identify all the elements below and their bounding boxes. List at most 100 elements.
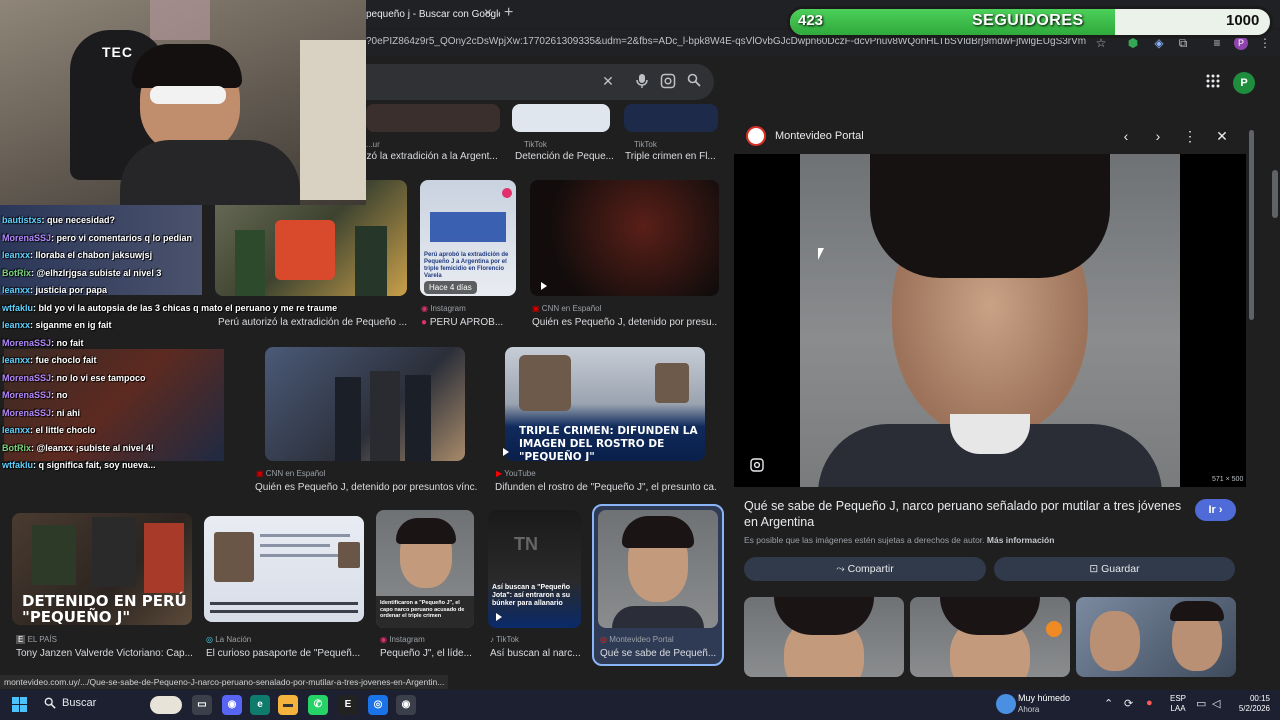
result-title[interactable]: Pequeño J", el líde... [380,648,476,659]
puzzle-icon[interactable]: ⧉ [1176,36,1190,50]
search-highlight-icon[interactable] [150,696,182,714]
result-image[interactable]: Identificaron a "Pequeño J", el capo nar… [376,510,474,628]
result-image[interactable] [366,104,500,132]
chrome-icon[interactable]: ◎ [368,695,388,715]
result-image[interactable] [598,510,718,628]
chat-text: : no [51,390,68,400]
result-image[interactable] [204,516,364,622]
tray-chevron-icon[interactable]: ⌃ [1104,697,1113,710]
browser-tab[interactable]: pequeño j - Buscar con Google [360,2,500,28]
account-avatar[interactable]: P [1233,72,1255,94]
result-video[interactable] [530,180,719,296]
result-title[interactable]: El curioso pasaporte de "Pequeñ... [206,648,366,659]
chat-text: : q significa fait, soy nueva... [33,460,156,470]
chat-text: : justicia por papa [30,285,108,295]
chat-message: MorenaSSJ: no fait [2,338,84,348]
more-options-icon[interactable]: ⋮ [1182,128,1198,144]
more-info-link[interactable]: Más información [987,535,1055,545]
result-title[interactable]: Así buscan al narc... [490,648,582,659]
copyright-notice: Es posible que las imágenes estén sujeta… [744,535,1055,545]
previous-icon[interactable]: ‹ [1118,128,1134,144]
clear-icon[interactable]: ✕ [600,73,616,89]
lens-icon[interactable] [660,73,676,89]
chat-text: : el little choclo [30,425,96,435]
edge-icon[interactable]: e [250,695,270,715]
next-icon[interactable]: › [1150,128,1166,144]
weather-title: Muy húmedo [1018,693,1071,703]
chat-username: wtfaklu [2,460,34,470]
google-apps-icon[interactable] [1206,74,1222,90]
extension-icon[interactable]: ◈ [1152,36,1166,50]
result-image[interactable]: Perú aprobó la extradición de Pequeño J … [420,180,516,296]
result-title[interactable]: ● PERÚ APROB... [421,317,517,328]
more-menu-icon[interactable]: ⋮ [1258,36,1272,50]
related-image[interactable] [1076,597,1236,677]
preview-source[interactable]: Montevideo Portal [775,130,864,142]
result-video[interactable]: TRIPLE CRIMEN: DIFUNDEN LA IMAGEN DEL RO… [505,347,705,461]
sync-icon[interactable]: ⟳ [1124,697,1133,710]
preview-image[interactable] [800,154,1180,487]
language-indicator[interactable]: ESP LAA [1170,694,1186,714]
followers-goal: 1000 [1226,12,1260,29]
chat-text: : @elhzlrjgsa subiste al nivel 3 [31,267,162,278]
volume-icon[interactable]: ◁ [1212,697,1220,710]
result-source: ▣ CNN en Español [532,304,602,313]
search-icon[interactable] [686,73,702,89]
panel-scrollbar[interactable] [1249,130,1254,320]
related-image[interactable] [910,597,1070,677]
result-title[interactable]: Quién es Pequeño J, detenido por presu..… [532,317,718,328]
visit-button[interactable]: Ir › [1195,499,1236,521]
save-button[interactable]: ⊡ Guardar [994,557,1235,581]
link-preview-url: montevideo.com.uy/.../Que-se-sabe-de-Peq… [0,675,449,689]
source-logo [746,126,766,146]
thumb-overlay-text: DETENIDO EN PERÚ "PEQUEÑO J" [22,592,187,625]
new-tab-button[interactable]: + [504,4,520,22]
close-icon[interactable]: ✕ [1214,128,1230,144]
weather-icon[interactable] [996,694,1016,714]
chat-username: leanxx [2,285,31,295]
result-image[interactable] [512,104,610,132]
windows-start-icon[interactable] [12,697,28,713]
obs-icon[interactable]: ◉ [396,695,416,715]
result-title[interactable]: Detención de Peque... [515,151,615,162]
chat-message: leanxx: justicia por papa [2,285,107,295]
preview-title[interactable]: Qué se sabe de Pequeño J, narco peruano … [744,498,1184,530]
result-source: TikTok [634,140,657,149]
followers-label: SEGUIDORES [972,12,1084,29]
result-title[interactable]: Triple crimen en Fl... [625,151,720,162]
chat-message: leanxx: el little choclo [2,425,96,435]
result-title[interactable]: Difunden el rostro de "Pequeño J", el pr… [495,482,717,493]
result-title[interactable]: Quién es Pequeño J, detenido por presunt… [255,482,477,493]
result-image[interactable]: DETENIDO EN PERÚ "PEQUEÑO J" [12,513,192,625]
microphone-icon[interactable]: ● [1146,697,1153,709]
whatsapp-icon[interactable]: ✆ [308,695,328,715]
result-title[interactable]: Qué se sabe de Pequeñ... [600,648,718,659]
result-image[interactable] [624,104,718,132]
shield-icon[interactable]: ⬢ [1126,36,1140,50]
result-source: ◉ Instagram [421,304,466,313]
task-view-icon[interactable]: ▭ [192,695,212,715]
chat-text: : pero vi comentarios q lo pedian [51,232,193,243]
profile-avatar-icon[interactable]: P [1234,36,1248,50]
thumb-overlay-text: Perú aprobó la extradición de Pequeño J … [424,252,509,279]
taskbar-search[interactable]: Buscar [62,697,96,709]
share-button[interactable]: ⤳ Compartir [744,557,986,581]
result-video[interactable]: TN Así buscan a "Pequeño Jota": así entr… [488,510,581,628]
lens-search-icon[interactable] [750,458,764,472]
result-title[interactable]: ...izó la extradición a la Argent... [356,151,501,162]
epic-games-icon[interactable]: E [338,695,358,715]
mic-icon[interactable] [634,73,650,89]
result-source: TikTok [524,140,547,149]
taskbar-search-icon[interactable] [44,697,56,712]
bookmark-star-icon[interactable]: ☆ [1094,36,1108,50]
clock[interactable]: 00:15 5/2/2026 [1232,694,1270,714]
related-image[interactable] [744,597,904,677]
result-title[interactable]: Tony Janzen Valverde Victoriano: Cap... [16,648,194,659]
discord-icon[interactable]: ◉ [222,695,242,715]
network-icon[interactable]: ▭ [1196,697,1206,710]
tab-close-icon[interactable]: × [480,4,496,22]
file-explorer-icon[interactable]: ▬ [278,695,298,715]
tab-search-icon[interactable]: ≡ [1210,36,1224,50]
chat-text: : no fait [51,337,84,348]
page-scrollbar[interactable] [1272,170,1278,218]
